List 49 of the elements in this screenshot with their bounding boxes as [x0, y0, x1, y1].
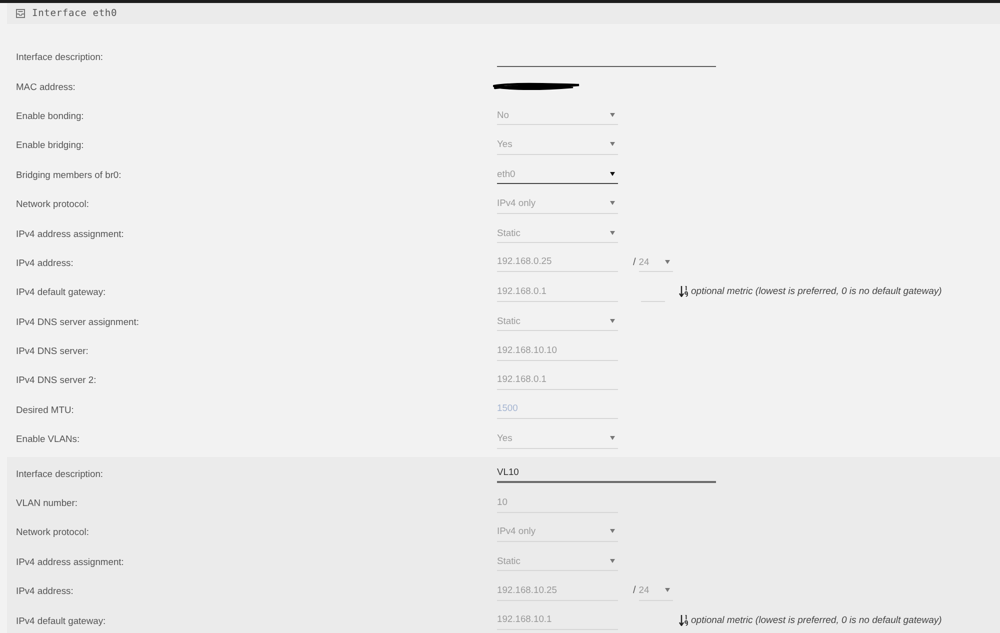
- field-label: VLAN number:: [16, 497, 78, 508]
- field-label: IPv4 DNS server:: [16, 345, 88, 356]
- tray-icon: [16, 9, 25, 18]
- field-label: Desired MTU:: [16, 404, 74, 415]
- select-field[interactable]: 24: [638, 580, 673, 601]
- select-field[interactable]: eth0: [497, 164, 618, 184]
- field-label: Enable bonding:: [16, 110, 84, 121]
- field-label: IPv4 DNS server assignment:: [16, 316, 139, 327]
- text-field[interactable]: 192.168.10.25: [497, 580, 618, 601]
- text-field[interactable]: 192.168.0.1: [497, 370, 618, 390]
- select-field[interactable]: Static: [497, 311, 618, 332]
- field-label: IPv4 default gateway:: [16, 286, 106, 298]
- select-field[interactable]: Yes: [497, 428, 618, 449]
- select-field[interactable]: IPv4 only: [497, 522, 618, 542]
- field-label: Network protocol:: [16, 198, 89, 210]
- field-label: Bridging members of br0:: [16, 168, 122, 180]
- select-field[interactable]: Static: [497, 551, 618, 572]
- field-label: Enable bridging:: [16, 139, 84, 150]
- hint-text: optional metric (lowest is preferred, 0 is no default gateway): [691, 286, 942, 298]
- sort-order-icon: [679, 614, 688, 626]
- field-label: IPv4 address assignment:: [16, 228, 124, 239]
- text-field[interactable]: 10: [497, 492, 618, 513]
- sort-order-icon: [679, 286, 688, 298]
- separator-text: /: [633, 585, 636, 596]
- text-field[interactable]: VL10: [497, 463, 716, 484]
- text-field[interactable]: 192.168.10.10: [497, 340, 618, 361]
- text-field[interactable]: 192.168.0.1: [497, 282, 618, 302]
- field-label: Network protocol:: [16, 526, 89, 538]
- text-field[interactable]: 192.168.10.1: [497, 610, 618, 630]
- field-label: Interface description:: [16, 51, 104, 62]
- field-label: IPv4 DNS server 2:: [16, 374, 96, 386]
- field-label: MAC address:: [16, 80, 76, 92]
- field-label: Interface description:: [16, 468, 104, 479]
- select-field[interactable]: 24: [638, 252, 673, 272]
- select-field[interactable]: Static: [497, 223, 618, 244]
- caret-icon[interactable]: [610, 172, 615, 176]
- separator-text: /: [633, 256, 636, 268]
- text-field[interactable]: 1500: [497, 399, 618, 420]
- section-title: Interface eth0: [32, 8, 118, 19]
- field-label: IPv4 address:: [16, 256, 74, 268]
- field-label: IPv4 default gateway:: [16, 614, 106, 626]
- field-label: Enable VLANs:: [16, 433, 80, 444]
- field-label: IPv4 address:: [16, 585, 74, 596]
- select-field[interactable]: Yes: [497, 134, 618, 155]
- field-label: IPv4 address assignment:: [16, 556, 124, 567]
- select-field[interactable]: IPv4 only: [497, 194, 618, 214]
- text-field[interactable]: 192.168.0.25: [497, 252, 618, 272]
- select-field[interactable]: No: [497, 105, 618, 126]
- hint-text: optional metric (lowest is preferred, 0 is no default gateway): [691, 614, 942, 626]
